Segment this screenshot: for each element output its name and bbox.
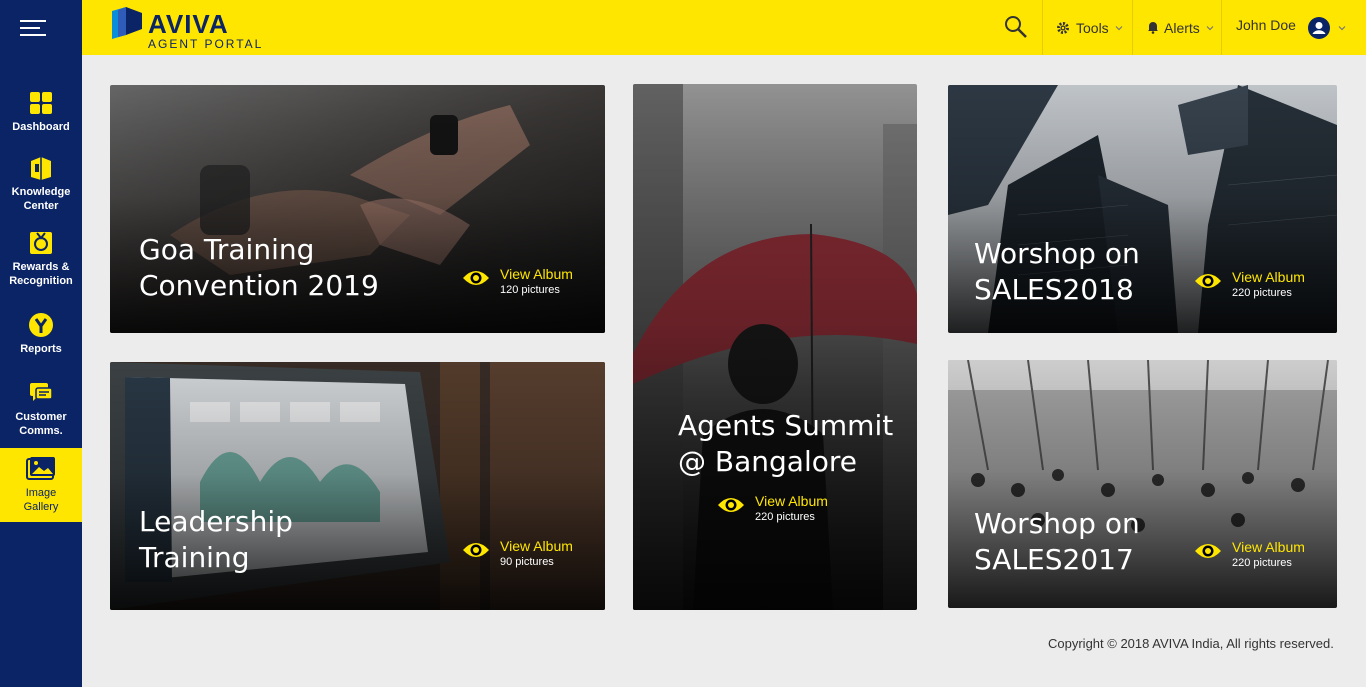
album-title-line: Worshop on xyxy=(974,507,1140,540)
album-title-line: Convention 2019 xyxy=(139,269,379,302)
alerts-menu[interactable]: Alerts xyxy=(1147,0,1214,55)
picture-count: 220 pictures xyxy=(1232,557,1292,569)
sidebar: Dashboard Knowledge Center Rewards & Rec… xyxy=(0,0,82,687)
sidebar-item-dashboard[interactable]: Dashboard xyxy=(0,90,82,134)
eye-icon xyxy=(718,498,744,512)
album-title-line: SALES2017 xyxy=(974,543,1134,576)
sidebar-item-label: Dashboard xyxy=(12,121,70,133)
chat-icon xyxy=(30,383,53,401)
gear-icon xyxy=(1057,21,1069,34)
sidebar-item-rewards[interactable]: Rewards & Recognition xyxy=(0,230,82,288)
album-title: Goa Training Convention 2019 xyxy=(139,232,379,304)
picture-count: 220 pictures xyxy=(1232,287,1292,299)
eye-icon xyxy=(1195,274,1221,288)
album-card[interactable]: Worshop on SALES2017 View Album 220 pict… xyxy=(948,360,1337,608)
book-icon xyxy=(31,157,51,180)
view-album-link[interactable]: View Album 220 pictures xyxy=(717,493,828,524)
eye-icon xyxy=(463,271,489,285)
picture-count: 220 pictures xyxy=(755,511,815,523)
user-name: John Doe xyxy=(1236,16,1296,33)
album-title: Worshop on SALES2017 xyxy=(974,506,1140,578)
sidebar-item-label: Knowledge Center xyxy=(11,186,71,212)
album-title-line: @ Bangalore xyxy=(678,445,857,478)
sidebar-item-reports[interactable]: Reports xyxy=(0,312,82,356)
dashboard-icon xyxy=(30,92,52,114)
chevron-down-icon xyxy=(1115,25,1123,30)
chevron-down-icon xyxy=(1206,25,1214,30)
eye-icon xyxy=(463,543,489,557)
view-album-link[interactable]: View Album 90 pictures xyxy=(462,538,573,569)
user-menu[interactable]: John Doe xyxy=(1236,0,1346,53)
card-overlay xyxy=(633,84,917,610)
view-album-label: View Album xyxy=(500,266,573,282)
top-header: AVIVA AGENT PORTAL Tools Alerts John Doe xyxy=(82,0,1366,55)
view-album-label: View Album xyxy=(1232,539,1305,555)
tools-menu[interactable]: Tools xyxy=(1056,0,1123,55)
search-icon[interactable] xyxy=(1004,15,1028,39)
album-title-line: Leadership xyxy=(139,505,293,538)
header-divider xyxy=(1042,0,1043,55)
album-title: Leadership Training xyxy=(139,504,293,576)
view-album-link[interactable]: View Album 120 pictures xyxy=(462,266,573,297)
copyright-text: Copyright © 2018 AVIVA India, All rights… xyxy=(1048,636,1334,651)
image-icon xyxy=(26,457,55,480)
view-album-label: View Album xyxy=(755,493,828,509)
album-title-line: Training xyxy=(139,541,250,574)
tools-label: Tools xyxy=(1076,19,1109,36)
album-title: Worshop on SALES2018 xyxy=(974,236,1140,308)
medal-icon xyxy=(30,232,52,254)
album-title-line: Goa Training xyxy=(139,233,315,266)
picture-count: 120 pictures xyxy=(500,284,560,296)
eye-icon xyxy=(1195,544,1221,558)
album-title-line: SALES2018 xyxy=(974,273,1134,306)
bell-icon xyxy=(1148,22,1158,34)
brand-name: AVIVA xyxy=(148,9,229,39)
brand-subtitle: AGENT PORTAL xyxy=(148,37,264,51)
user-avatar-icon xyxy=(1307,16,1330,39)
picture-count: 90 pictures xyxy=(500,556,554,568)
album-title-line: Agents Summit xyxy=(678,409,894,442)
chevron-down-icon xyxy=(1338,25,1346,30)
header-divider xyxy=(1132,0,1133,55)
menu-icon[interactable] xyxy=(20,20,48,44)
album-card[interactable]: Leadership Training View Album 90 pictur… xyxy=(110,362,605,610)
reports-icon xyxy=(29,313,53,337)
album-title-line: Worshop on xyxy=(974,237,1140,270)
album-card[interactable]: Goa Training Convention 2019 View Album … xyxy=(110,85,605,333)
view-album-link[interactable]: View Album 220 pictures xyxy=(1194,539,1305,570)
sidebar-item-label: Rewards & Recognition xyxy=(9,261,73,287)
view-album-label: View Album xyxy=(1232,269,1305,285)
sidebar-item-label: Customer Comms. xyxy=(15,411,67,437)
aviva-logo[interactable]: AVIVA AGENT PORTAL xyxy=(112,7,272,51)
aviva-logo-mark xyxy=(112,7,142,39)
header-divider xyxy=(1221,0,1222,55)
album-title: Agents Summit @ Bangalore xyxy=(678,408,893,480)
sidebar-item-label: Reports xyxy=(20,343,62,355)
album-card[interactable]: Worshop on SALES2018 View Album 220 pict… xyxy=(948,85,1337,333)
album-card[interactable]: Agents Summit @ Bangalore View Album 220… xyxy=(633,84,917,610)
alerts-label: Alerts xyxy=(1164,19,1200,36)
sidebar-item-knowledge-center[interactable]: Knowledge Center xyxy=(0,155,82,213)
sidebar-item-customer-comms[interactable]: Customer Comms. xyxy=(0,380,82,438)
view-album-label: View Album xyxy=(500,538,573,554)
view-album-link[interactable]: View Album 220 pictures xyxy=(1194,269,1305,300)
sidebar-item-image-gallery[interactable]: Image Gallery xyxy=(0,448,82,522)
sidebar-item-label: Image Gallery xyxy=(23,487,59,513)
